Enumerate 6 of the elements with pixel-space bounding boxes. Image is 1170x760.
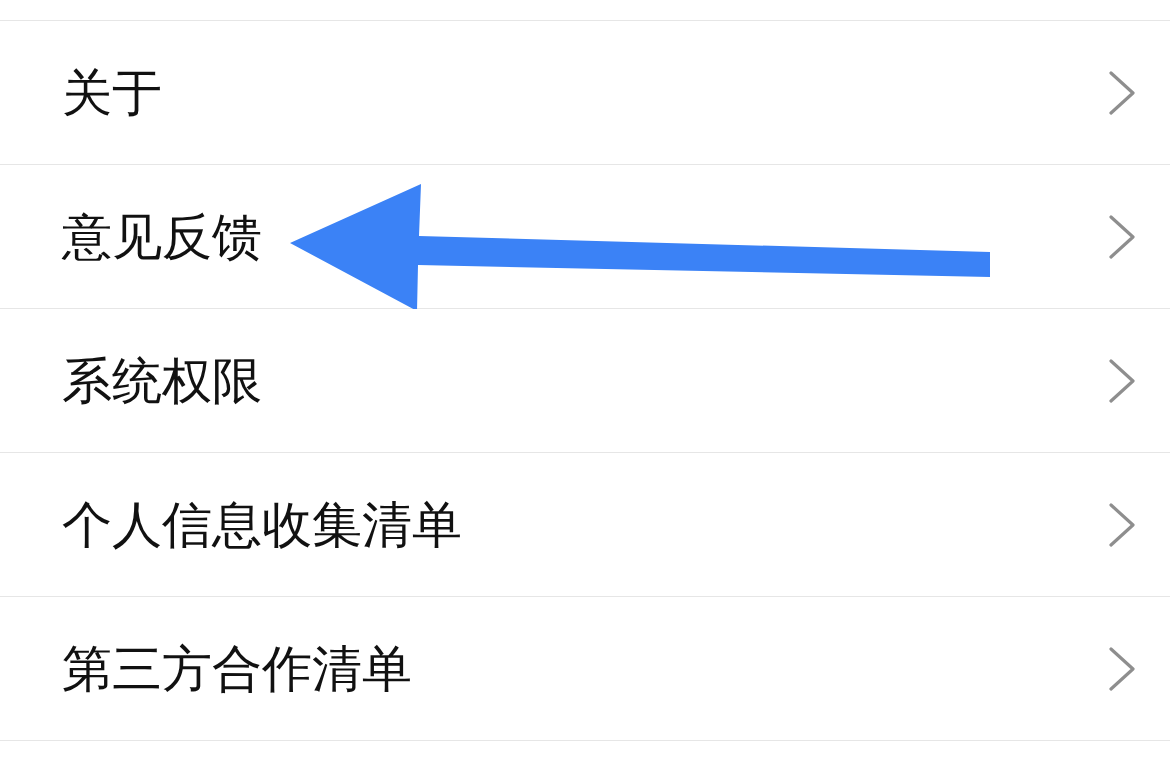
chevron-right-icon <box>1109 502 1135 547</box>
settings-item[interactable]: 系统权限 <box>0 309 1170 453</box>
chevron-right-icon <box>1109 646 1135 691</box>
chevron-right-icon <box>1109 214 1135 259</box>
chevron-right-icon <box>1109 70 1135 115</box>
chevron-right-icon <box>1109 358 1135 403</box>
